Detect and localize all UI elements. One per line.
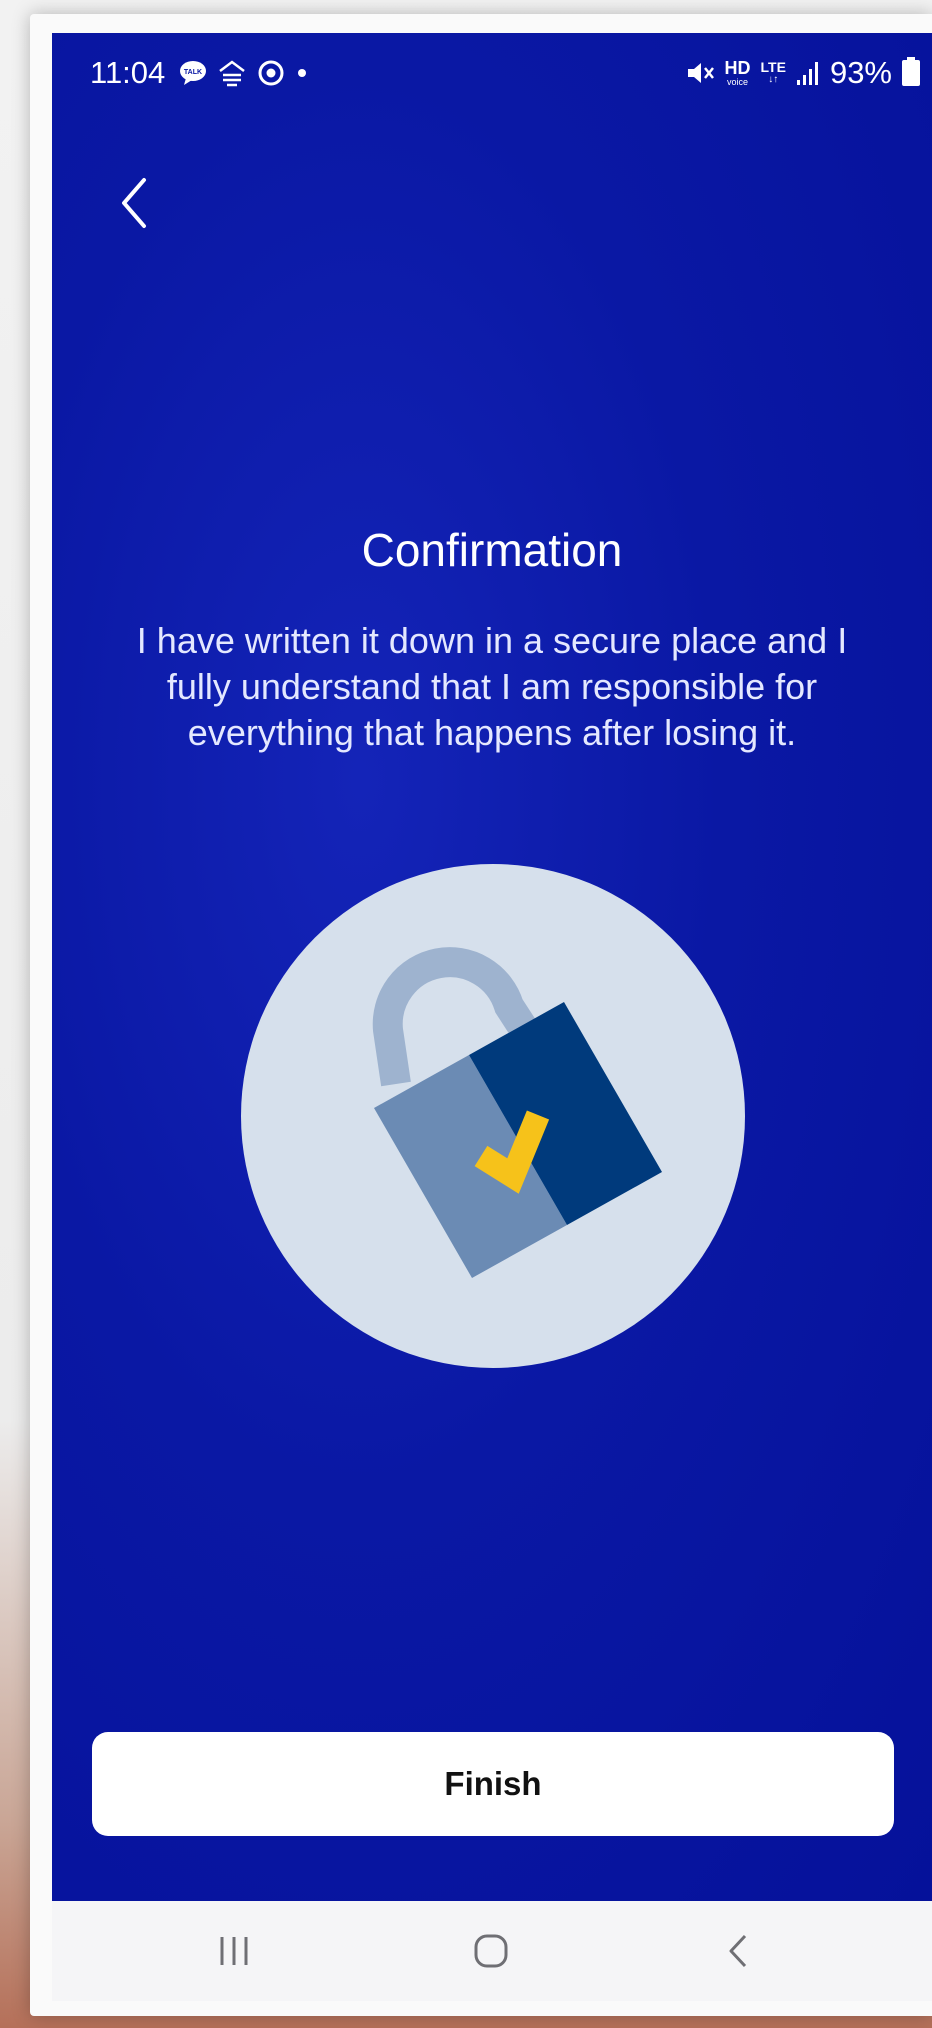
back-button[interactable] — [112, 168, 172, 238]
hd-label: HD — [724, 58, 751, 78]
finish-button[interactable]: Finish — [92, 1732, 894, 1836]
padlock-check-icon — [241, 864, 745, 1368]
battery-percent: 93% — [829, 55, 892, 90]
app-view: 11:04 TALK HD voice LTE ↓↑ 93% Confirmat… — [52, 33, 932, 1901]
location-icon — [258, 60, 284, 86]
page-title: Confirmation — [361, 524, 623, 576]
phone-screen: 11:04 TALK HD voice LTE ↓↑ 93% Confirmat… — [52, 33, 932, 2001]
hd-voice-icon: HD voice — [725, 59, 751, 87]
home-icon — [474, 1934, 508, 1968]
recents-icon — [220, 1937, 248, 1965]
confirmation-message: I have written it down in a secure place… — [136, 620, 848, 753]
chevron-left-icon — [122, 178, 146, 228]
status-time: 11:04 — [90, 55, 166, 90]
hd-sub-label: voice — [727, 77, 749, 87]
status-left-icons: TALK — [179, 55, 309, 91]
mute-icon — [687, 63, 714, 83]
lte-label: LTE — [760, 59, 786, 75]
signal-icon — [796, 62, 818, 85]
svg-text:TALK: TALK — [184, 69, 202, 76]
battery-icon — [902, 57, 920, 86]
home-button[interactable] — [451, 1921, 531, 1981]
status-right: HD voice LTE ↓↑ 93% — [685, 55, 920, 91]
lte-arrows: ↓↑ — [768, 74, 779, 85]
talk-icon: TALK — [180, 61, 206, 85]
lte-icon: LTE ↓↑ — [761, 60, 786, 86]
status-bar: 11:04 TALK HD voice LTE ↓↑ 93% — [52, 33, 932, 113]
chat-app-icon — [219, 60, 245, 87]
back-icon — [729, 1934, 747, 1968]
nav-back-button[interactable] — [700, 1921, 780, 1981]
recents-button[interactable] — [194, 1921, 274, 1981]
system-nav-bar — [52, 1901, 932, 2001]
dot-icon — [298, 69, 306, 77]
